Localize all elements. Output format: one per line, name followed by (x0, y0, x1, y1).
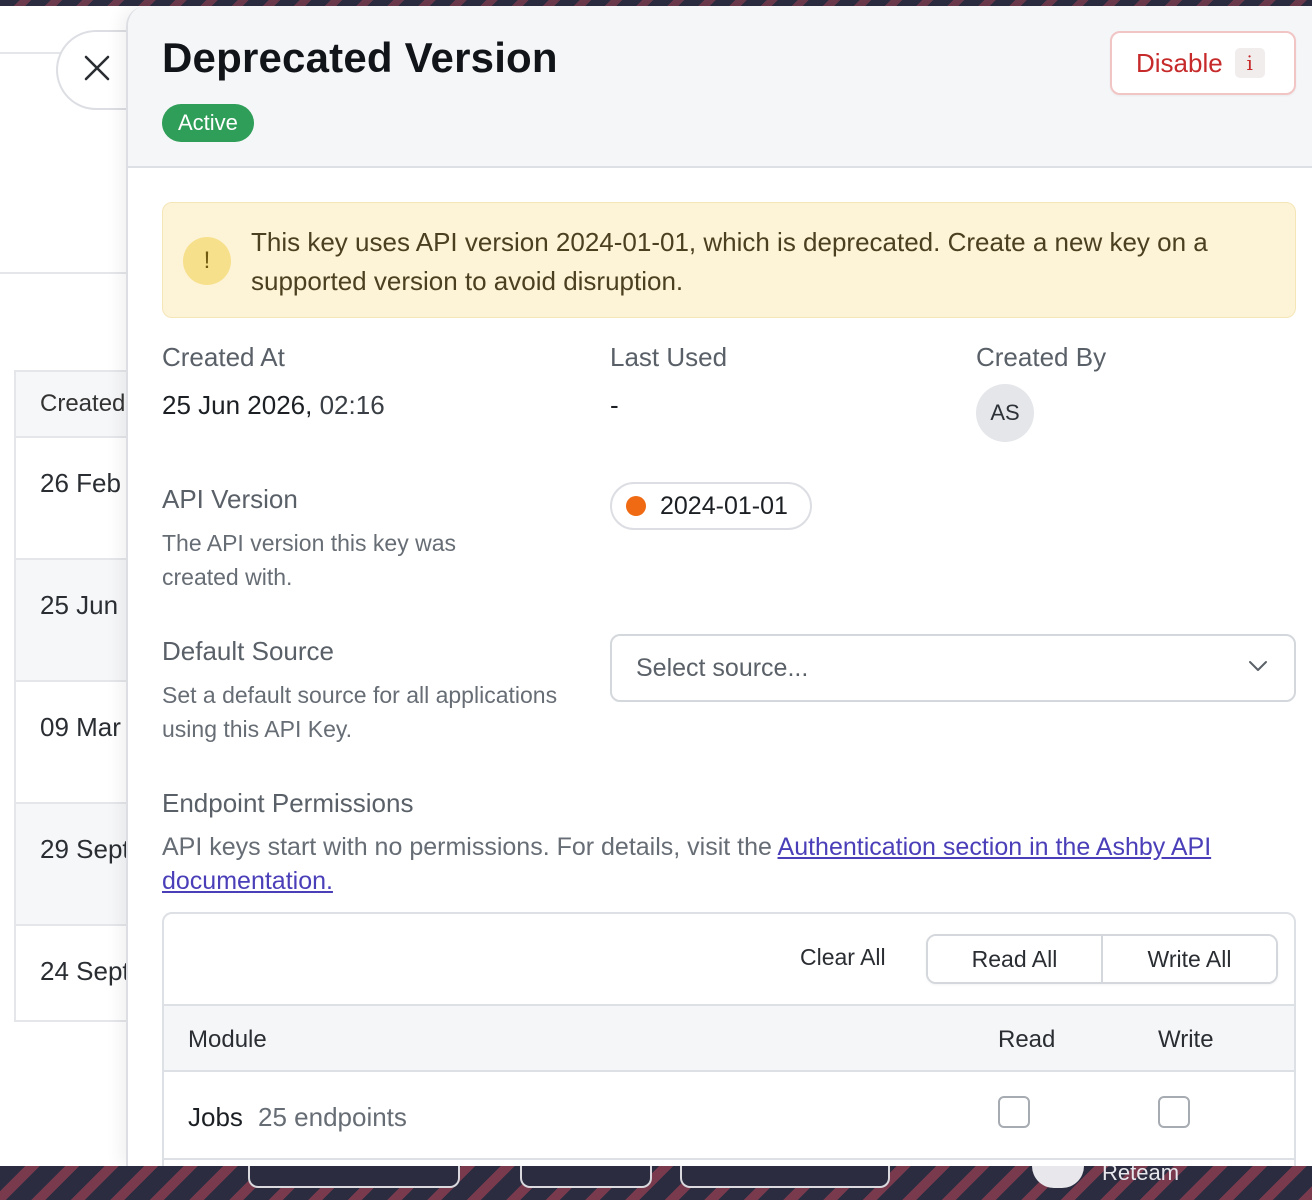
table-header: Module Read Write (164, 1004, 1294, 1072)
last-used-label: Last Used (610, 342, 728, 372)
background-page: Created 26 Feb 25 Jun 09 Mar 29 Sept 24 … (0, 6, 142, 1166)
warning-icon: ! (183, 237, 231, 285)
column-header-module: Module (188, 1026, 267, 1053)
created-at-value: 25 Jun 2026, 02:16 (162, 390, 385, 421)
disable-button[interactable]: Disable i (1110, 31, 1296, 95)
bottom-bar-item[interactable] (680, 1166, 890, 1188)
clear-all-button[interactable]: Clear All (800, 944, 886, 971)
keyboard-shortcut-hint: i (1234, 48, 1265, 78)
bottom-bar-label[interactable]: Reteam (1102, 1166, 1179, 1190)
created-at-date: 25 Jun 2026, (162, 390, 313, 420)
created-at-label: Created At (162, 342, 285, 372)
chevron-down-icon (1246, 654, 1270, 683)
column-header-read: Read (998, 1026, 1056, 1053)
disable-button-label: Disable (1136, 47, 1223, 78)
endpoint-count: 25 endpoints (258, 1102, 407, 1132)
api-version-badge: 2024-01-01 (610, 482, 812, 530)
column-header-created[interactable]: Created (16, 372, 142, 438)
default-source-select[interactable]: Select source... (610, 634, 1296, 702)
created-at-time: 02:16 (319, 390, 385, 420)
bulk-permission-buttons: Read All Write All (926, 934, 1278, 984)
api-version-description: The API version this key was created wit… (162, 530, 457, 590)
permissions-table: Clear All Read All Write All Module Read… (162, 912, 1296, 1166)
table-row[interactable]: 24 Sept (16, 926, 142, 1048)
default-source-description: Set a default source for all application… (162, 682, 558, 742)
endpoint-permissions-label: Endpoint Permissions (162, 788, 414, 818)
status-badge: Active (162, 104, 254, 142)
warning-message: This key uses API version 2024-01-01, wh… (251, 227, 1208, 296)
api-key-detail-panel: Deprecated Version Active Disable i ! Th… (126, 6, 1312, 1166)
default-source-label: Default Source (162, 636, 334, 666)
module-name: Jobs (188, 1102, 243, 1132)
last-used-value: - (610, 390, 619, 420)
api-version-label: API Version (162, 484, 298, 514)
table-row[interactable]: 25 Jun (16, 560, 142, 682)
table-row[interactable]: 26 Feb (16, 438, 142, 560)
api-version-value: 2024-01-01 (660, 491, 788, 520)
read-permission-checkbox[interactable] (998, 1096, 1030, 1128)
bottom-bar-item[interactable] (520, 1166, 652, 1188)
divider (0, 272, 140, 274)
background-table: Created 26 Feb 25 Jun 09 Mar 29 Sept 24 … (14, 370, 142, 1022)
deprecation-warning: ! This key uses API version 2024-01-01, … (162, 202, 1296, 318)
table-row: Jobs 25 endpoints (164, 1072, 1294, 1160)
write-permission-checkbox[interactable] (1158, 1096, 1190, 1128)
endpoint-permissions-description: API keys start with no permissions. For … (162, 830, 1262, 898)
endpoint-permissions-text: API keys start with no permissions. For … (162, 833, 778, 861)
read-all-button[interactable]: Read All (928, 936, 1101, 982)
panel-header: Deprecated Version Active Disable i (128, 6, 1312, 168)
page-title: Deprecated Version (162, 34, 558, 81)
default-source-placeholder: Select source... (636, 653, 809, 682)
bottom-bar-item[interactable] (248, 1166, 460, 1188)
write-all-button[interactable]: Write All (1101, 936, 1276, 982)
column-header-write: Write (1158, 1026, 1214, 1053)
created-by-label: Created By (976, 342, 1107, 372)
close-icon (82, 53, 112, 88)
status-dot-icon (626, 496, 646, 516)
table-row[interactable]: 29 Sept (16, 804, 142, 926)
table-row[interactable]: 09 Mar (16, 682, 142, 804)
avatar[interactable]: AS (976, 384, 1034, 442)
